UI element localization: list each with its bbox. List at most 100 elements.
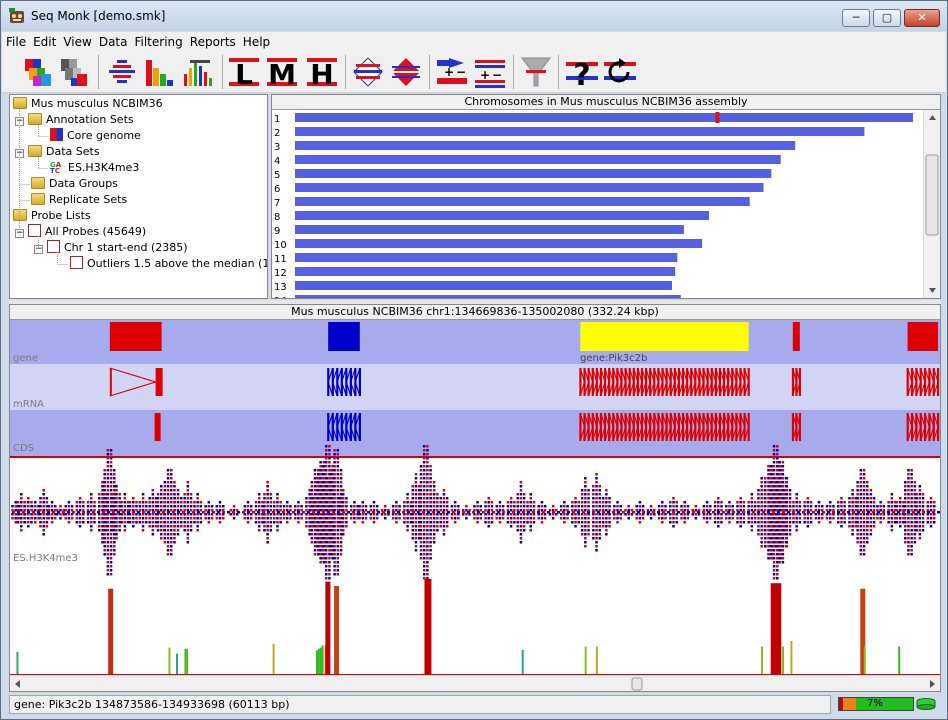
read-reverse xyxy=(782,517,785,520)
tree-probe-lists[interactable]: Probe Lists xyxy=(13,208,91,224)
data-store-colour-icon[interactable] xyxy=(22,54,58,90)
read-forward xyxy=(865,493,869,496)
title-bar[interactable]: Seq Monk [demo.smk] ─ ▢ ✕ xyxy=(1,1,947,31)
read-reverse xyxy=(422,565,426,568)
read-baseline xyxy=(82,511,85,514)
read-forward xyxy=(672,501,675,504)
read-baseline xyxy=(902,511,905,514)
read-forward xyxy=(605,501,608,504)
collapse-icon[interactable]: − xyxy=(15,117,24,126)
tree-data-groups[interactable]: Data Groups xyxy=(31,176,118,192)
tree-annotation-sets[interactable]: − Annotation Sets xyxy=(15,112,134,128)
data-zoom-icon[interactable] xyxy=(180,54,216,90)
read-reverse xyxy=(90,529,93,532)
probe-list-icon xyxy=(47,240,60,253)
read-forward xyxy=(232,505,236,508)
read-reverse xyxy=(272,521,276,524)
read-reverse xyxy=(910,517,913,520)
quantitation-histogram-icon[interactable] xyxy=(142,54,178,90)
probe-m-icon[interactable]: M xyxy=(264,54,300,90)
garbage-collect-icon[interactable] xyxy=(916,698,936,710)
read-forward xyxy=(429,497,433,500)
read-reverse xyxy=(82,517,85,520)
tree-dataset-es-h3k4me3[interactable]: GA TC ES.H3K4me3 xyxy=(50,160,139,176)
read-baseline xyxy=(702,511,705,514)
menu-file[interactable]: File xyxy=(2,32,29,50)
read-forward xyxy=(584,477,587,480)
maximize-button[interactable]: ▢ xyxy=(873,9,901,27)
probe-h-icon[interactable]: H xyxy=(304,54,340,90)
read-forward xyxy=(361,505,365,508)
minimize-button[interactable]: ─ xyxy=(842,9,870,27)
read-reverse xyxy=(180,525,183,528)
window-title: Seq Monk [demo.smk] xyxy=(31,9,166,23)
read-reverse xyxy=(93,517,96,520)
chromosome-scrollbar[interactable] xyxy=(923,110,940,298)
move-forward-icon[interactable]: + − xyxy=(434,54,470,90)
read-reverse xyxy=(767,525,770,528)
read-forward xyxy=(862,497,866,500)
read-reverse xyxy=(338,525,342,528)
read-forward xyxy=(856,501,859,504)
read-reverse xyxy=(109,529,113,532)
tree-core-genome[interactable]: Core genome xyxy=(50,128,141,144)
read-forward xyxy=(333,469,336,472)
read-reverse xyxy=(907,549,910,552)
read-reverse xyxy=(316,541,319,544)
memory-gauge[interactable]: 7% xyxy=(838,697,914,711)
read-baseline xyxy=(502,511,505,514)
genome-horizontal-scrollbar[interactable] xyxy=(10,675,940,691)
menu-edit[interactable]: Edit xyxy=(29,32,59,50)
menu-filtering[interactable]: Filtering xyxy=(130,32,185,50)
read-baseline xyxy=(892,511,895,514)
read-reverse xyxy=(661,517,664,520)
collapse-icon[interactable]: − xyxy=(15,229,24,238)
read-reverse xyxy=(694,517,698,520)
collapse-icon[interactable]: − xyxy=(15,149,24,158)
read-reverse xyxy=(263,525,266,528)
chromosome-overview[interactable]: 1234567891011121314 xyxy=(272,110,923,298)
refresh-icon[interactable] xyxy=(602,54,638,90)
close-button[interactable]: ✕ xyxy=(904,9,940,27)
read-reverse xyxy=(519,541,523,544)
read-reverse xyxy=(183,529,186,532)
help-icon[interactable]: ? xyxy=(564,54,600,90)
move-back-icon[interactable]: + − xyxy=(472,54,508,90)
tree-all-probes[interactable]: − All Probes (45649) xyxy=(15,224,146,240)
read-forward xyxy=(132,501,135,504)
read-forward xyxy=(862,505,866,508)
expand-icon[interactable] xyxy=(350,54,386,90)
read-reverse xyxy=(90,525,93,528)
read-forward xyxy=(769,477,773,480)
tree-chr1-start-end[interactable]: − Chr 1 start-end (2385) xyxy=(34,240,188,256)
data-store-grey-icon[interactable] xyxy=(58,54,94,90)
tree-genome-root[interactable]: Mus musculus NCBIM36 xyxy=(13,96,163,112)
annotation-icon[interactable] xyxy=(104,54,140,90)
menu-reports[interactable]: Reports xyxy=(186,32,239,50)
tree-outliers[interactable]: Outliers 1.5 above the median (12) xyxy=(70,256,267,272)
read-reverse xyxy=(760,517,763,520)
read-reverse xyxy=(321,533,325,536)
tree-replicate-sets[interactable]: Replicate Sets xyxy=(31,192,127,208)
genome-tracks[interactable] xyxy=(10,320,940,676)
read-reverse xyxy=(782,525,785,528)
menu-view[interactable]: View xyxy=(59,32,94,50)
read-reverse xyxy=(109,569,113,572)
read-forward xyxy=(333,453,336,456)
read-baseline xyxy=(402,511,405,514)
read-reverse xyxy=(495,517,499,520)
tree-data-sets[interactable]: − Data Sets xyxy=(15,144,100,160)
read-baseline xyxy=(87,511,90,514)
menu-help[interactable]: Help xyxy=(239,32,273,50)
read-forward xyxy=(215,505,219,508)
menu-data[interactable]: Data xyxy=(95,32,131,50)
read-reverse xyxy=(109,537,113,540)
collapse-icon[interactable]: − xyxy=(34,245,43,254)
probe-l-icon[interactable]: L xyxy=(226,54,262,90)
read-baseline xyxy=(882,511,885,514)
filter-icon[interactable] xyxy=(518,54,554,90)
read-forward xyxy=(266,505,269,508)
read-forward xyxy=(115,501,118,504)
read-forward xyxy=(537,505,540,508)
contract-icon[interactable] xyxy=(388,54,424,90)
